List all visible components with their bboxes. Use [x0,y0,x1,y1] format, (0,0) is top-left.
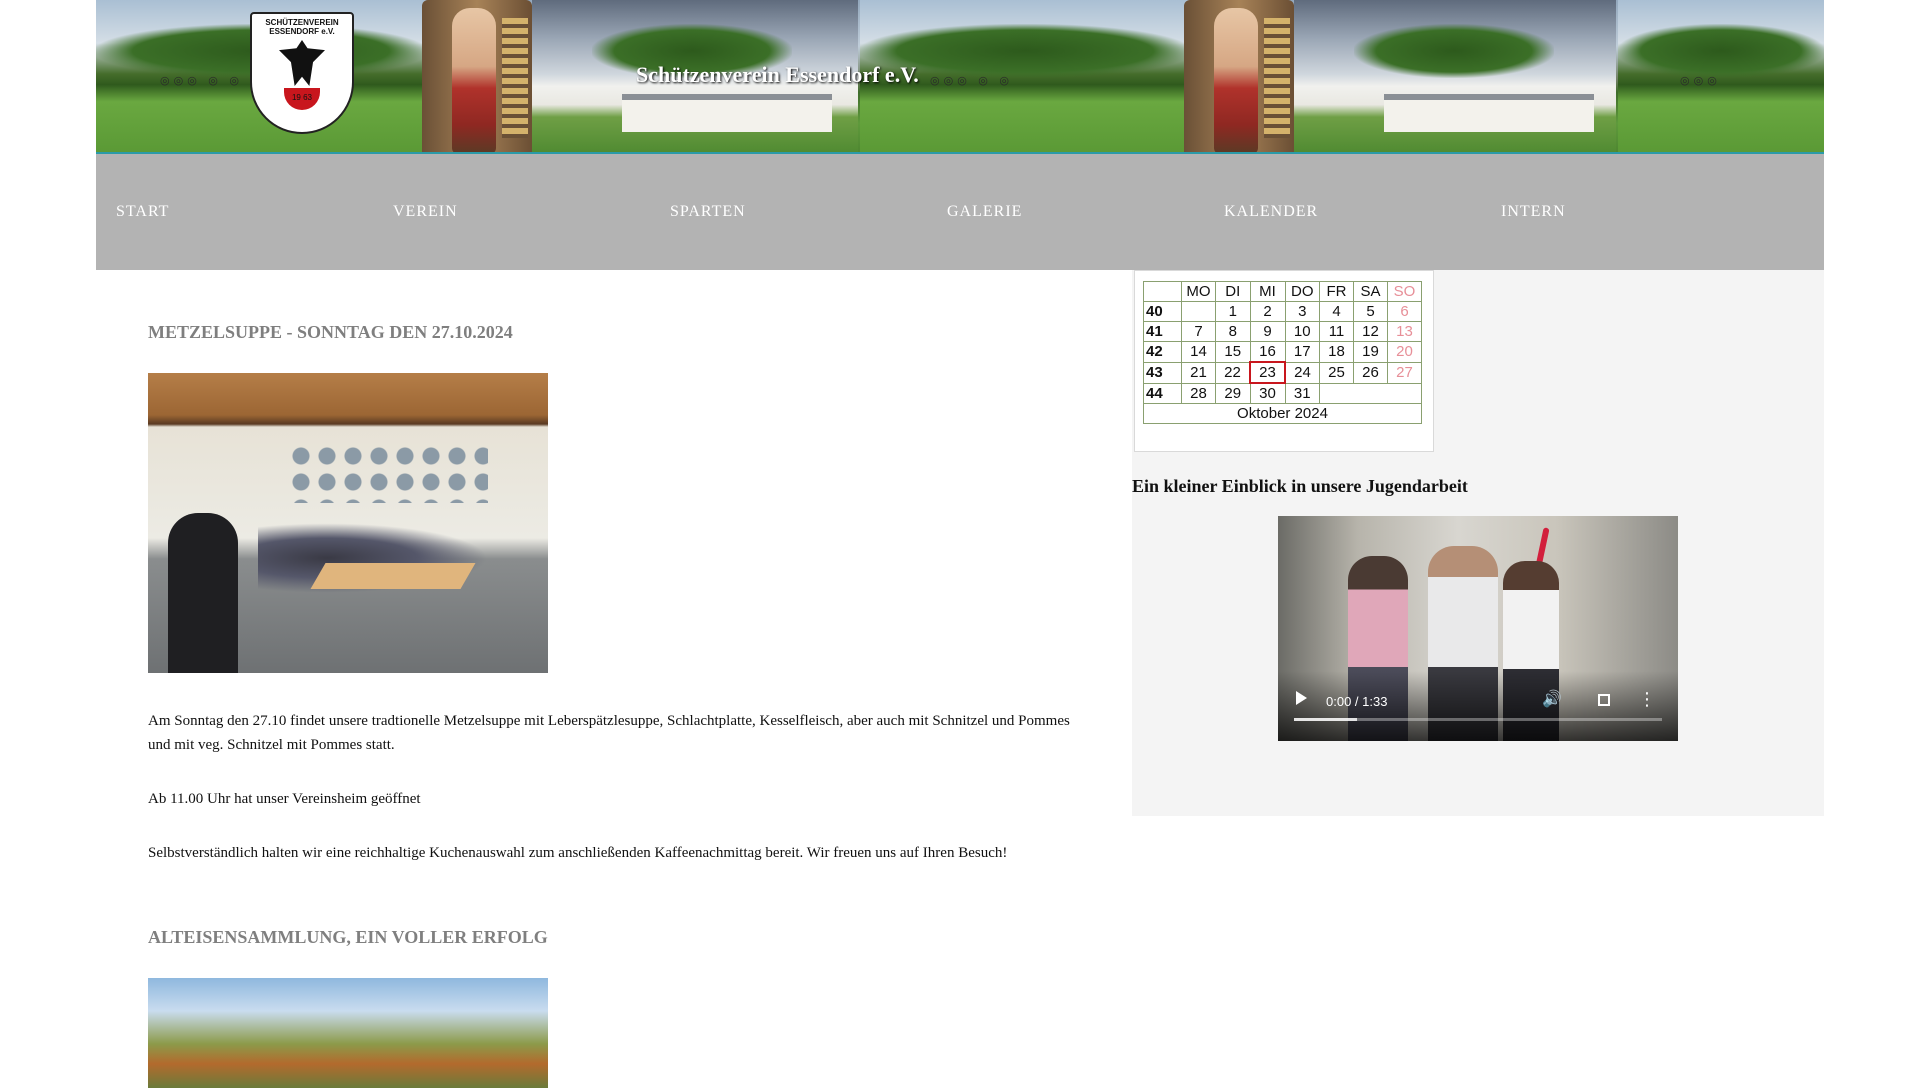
calendar-day[interactable]: 26 [1353,361,1388,384]
calendar-day[interactable]: 24 [1284,361,1320,384]
article-paragraph: Am Sonntag den 27.10 findet unsere tradt… [148,713,1070,753]
banner-image-clubhouse-2 [1294,0,1616,154]
calendar-day[interactable]: 16 [1249,341,1286,363]
calendar-day[interactable]: 20 [1387,341,1422,363]
calendar-empty-cell [1319,382,1422,404]
nav-item-start[interactable]: START [96,203,373,221]
nav-item-sparten[interactable]: SPARTEN [650,203,927,221]
calendar-day[interactable]: 30 [1249,382,1286,404]
calendar-week-number: 43 [1143,361,1182,384]
volume-icon[interactable]: 🔊 [1542,689,1562,708]
calendar-week-number: 42 [1143,341,1182,363]
calendar-week-number: 41 [1143,321,1182,342]
calendar-day[interactable]: 3 [1284,301,1320,322]
article: METZELSUPPE - SONNTAG DEN 27.10.2024 Am … [148,322,1088,865]
target-icons-2: ◎◎◎ ◎ ◎ [930,74,1013,87]
calendar-day[interactable]: 31 [1284,382,1320,404]
more-options-icon[interactable]: ⋮ [1638,689,1656,710]
main-content: METZELSUPPE - SONNTAG DEN 27.10.2024 Am … [148,270,1088,1088]
sidebar: MO DI MI DO FR SA SO 40 1 2 3 4 5 6 41 7 8 9 10 11 12 13 42 14 1… [1132,270,1824,816]
calendar-day[interactable]: 4 [1319,301,1354,322]
article-paragraph: Selbstverständlich halten wir eine reich… [148,845,1008,861]
calendar-day[interactable]: 11 [1319,321,1354,342]
calendar-day[interactable]: 1 [1215,301,1251,322]
calendar-day[interactable]: 9 [1249,321,1286,342]
video-player[interactable]: 0:00 / 1:33 🔊 ⋮ [1278,516,1678,741]
logo-year: 19 63 [291,93,313,102]
video-progress-fill [1294,718,1357,721]
nav-item-kalender[interactable]: KALENDER [1204,203,1481,221]
site-title: Schützenverein Essendorf e.V. [636,62,919,87]
calendar-day[interactable]: 25 [1319,361,1354,384]
target-icons: ◎◎◎ ◎ ◎ [160,74,243,87]
article-paragraph: Ab 11.00 Uhr hat unser Vereinsheim geöff… [148,791,421,807]
calendar-weekday-header: MI [1249,281,1286,302]
video-progress-bar[interactable] [1294,718,1662,721]
calendar-day[interactable]: 15 [1215,341,1251,363]
nav-item-verein[interactable]: VEREIN [373,203,650,221]
article-title[interactable]: METZELSUPPE - SONNTAG DEN 27.10.2024 [148,322,1088,343]
calendar-weekday-header: FR [1319,281,1354,302]
banner-image-statue-2 [1184,0,1294,154]
club-logo[interactable]: SCHÜTZENVEREIN ESSENDORF e.V. 19 63 [250,12,354,134]
main-nav: START VEREIN SPARTEN GALERIE KALENDER IN… [96,154,1824,270]
calendar-corner [1143,281,1182,302]
calendar-day[interactable]: 13 [1387,321,1422,342]
calendar-empty-cell [1181,301,1216,322]
calendar-day[interactable]: 17 [1284,341,1320,363]
fullscreen-icon[interactable] [1598,694,1610,706]
calendar-weekday-header: DO [1284,281,1320,302]
play-icon[interactable] [1296,691,1307,705]
calendar-weekday-header: DI [1215,281,1251,302]
calendar-day[interactable]: 10 [1284,321,1320,342]
calendar-day[interactable]: 5 [1353,301,1388,322]
calendar-day[interactable]: 7 [1181,321,1216,342]
banner-image-statue [422,0,532,154]
calendar-day[interactable]: 19 [1353,341,1388,363]
calendar-weekday-header: MO [1181,281,1216,302]
article-photo[interactable] [148,978,548,1088]
logo-text: SCHÜTZENVEREIN ESSENDORF e.V. [265,18,339,36]
header-banner: ◎◎◎ ◎ ◎ ◎◎◎ ◎ ◎ ◎◎◎ SCHÜTZENVEREIN ESSEN… [96,0,1824,154]
calendar-week-number: 44 [1143,382,1182,404]
calendar-day[interactable]: 18 [1319,341,1354,363]
calendar-day[interactable]: 22 [1215,361,1251,384]
calendar-weekday-header: SO [1387,281,1422,302]
calendar-day[interactable]: 28 [1181,382,1216,404]
calendar-day[interactable]: 27 [1387,361,1422,384]
banner-image-range-3: ◎◎◎ [1618,0,1824,154]
calendar-day[interactable]: 14 [1181,341,1216,363]
calendar-week-number: 40 [1143,301,1182,322]
eagle-icon [279,40,325,86]
article: ALTEISENSAMMLUNG, EIN VOLLER ERFOLG [148,927,1088,1088]
calendar-table: MO DI MI DO FR SA SO 40 1 2 3 4 5 6 41 7 8 9 10 11 12 13 42 14 1… [1143,281,1422,424]
calendar-widget: MO DI MI DO FR SA SO 40 1 2 3 4 5 6 41 7 8 9 10 11 12 13 42 14 1… [1134,270,1434,452]
calendar-day[interactable]: 29 [1215,382,1251,404]
nav-item-galerie[interactable]: GALERIE [927,203,1204,221]
calendar-day[interactable]: 21 [1181,361,1216,384]
article-title[interactable]: ALTEISENSAMMLUNG, EIN VOLLER ERFOLG [148,927,1088,948]
target-icons-3: ◎◎◎ [1680,74,1721,87]
nav-item-intern[interactable]: INTERN [1481,203,1758,221]
calendar-day[interactable]: 12 [1353,321,1388,342]
calendar-month-label: Oktober 2024 [1143,403,1422,424]
calendar-day[interactable]: 23 [1249,361,1286,384]
article-photo[interactable] [148,373,548,673]
calendar-day[interactable]: 2 [1249,301,1286,322]
calendar-weekday-header: SA [1353,281,1388,302]
calendar-day[interactable]: 6 [1387,301,1422,322]
calendar-day[interactable]: 8 [1215,321,1251,342]
video-time: 0:00 / 1:33 [1326,694,1388,709]
sidebar-heading: Ein kleiner Einblick in unsere Jugendarb… [1132,476,1468,496]
